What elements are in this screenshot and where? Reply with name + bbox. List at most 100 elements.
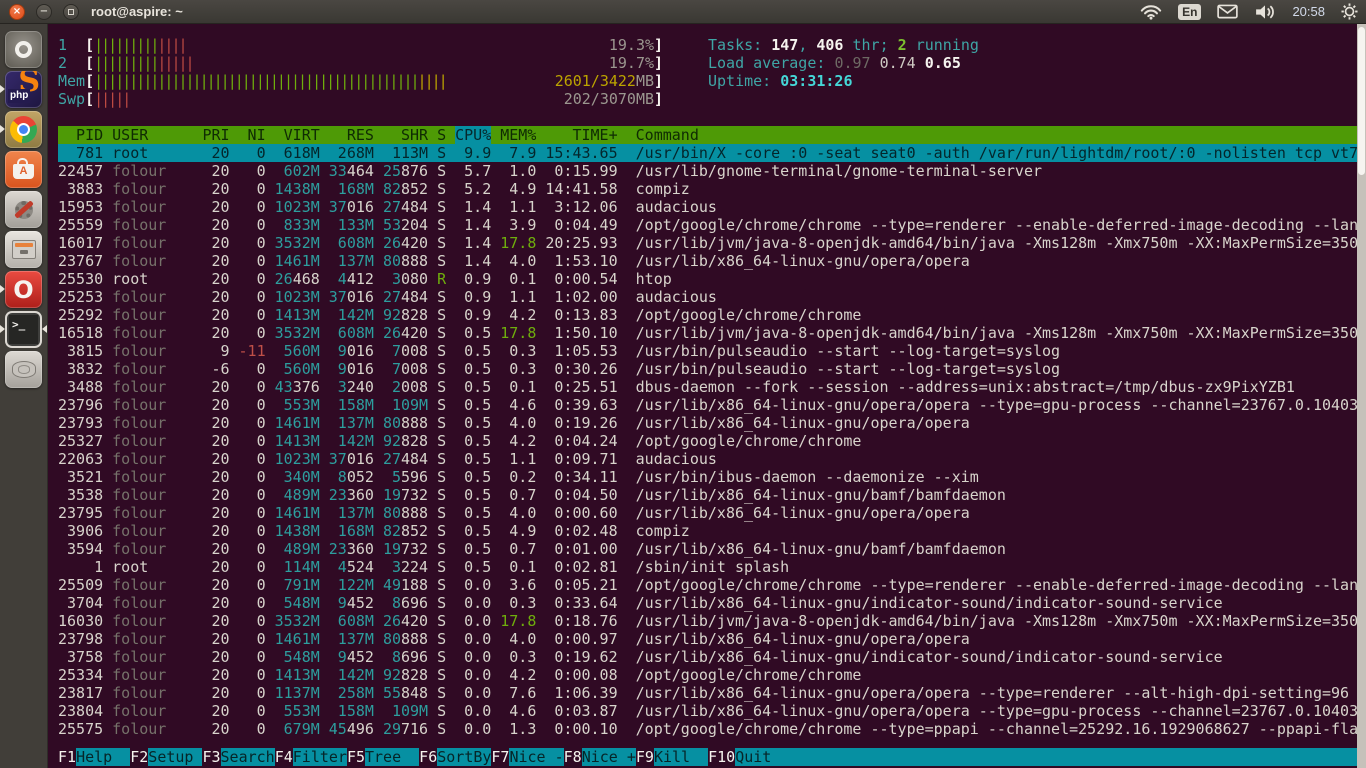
cell-cmd: /usr/lib/x86_64-linux-gnu/opera/opera --…: [636, 396, 1366, 414]
cell-pid: 3906: [58, 522, 103, 540]
process-row[interactable]: 23795folour2001461M137M80888S0.54.00:00.…: [58, 504, 1366, 522]
column-header-pri[interactable]: PRI: [202, 126, 229, 144]
column-header-shr[interactable]: SHR: [383, 126, 428, 144]
process-row[interactable]: 23796folour200553M158M109MS0.54.60:39.63…: [58, 396, 1366, 414]
cell-time: 3:12.06: [545, 198, 617, 216]
fkey-label-sortby[interactable]: SortBy: [437, 748, 491, 766]
process-row[interactable]: 23793folour2001461M137M80888S0.54.00:19.…: [58, 414, 1366, 432]
process-row[interactable]: 23798folour2001461M137M80888S0.04.00:00.…: [58, 630, 1366, 648]
fkey-label-nice--[interactable]: Nice -: [509, 748, 563, 766]
keyboard-layout-indicator[interactable]: En: [1178, 4, 1201, 20]
fkey-label-kill[interactable]: Kill: [654, 748, 708, 766]
mail-icon[interactable]: [1217, 4, 1238, 19]
cell-user: folour: [112, 216, 193, 234]
process-row[interactable]: 22457folour200602M3346425876S5.71.00:15.…: [58, 162, 1366, 180]
process-row[interactable]: 3832folour-60560M90167008S0.50.30:30.26/…: [58, 360, 1366, 378]
fkey-label-quit[interactable]: Quit: [735, 748, 1366, 766]
process-row[interactable]: 22063folour2001023M3701627484S0.51.10:09…: [58, 450, 1366, 468]
process-row[interactable]: 25530root2002646844123080R0.90.10:00.54h…: [58, 270, 1366, 288]
fkey-label-tree[interactable]: Tree: [365, 748, 419, 766]
maximize-button[interactable]: [63, 4, 79, 20]
fkey-f9[interactable]: F9: [636, 748, 654, 766]
column-header-mem[interactable]: MEM%: [500, 126, 536, 144]
wifi-icon[interactable]: [1140, 3, 1162, 20]
column-header-cmd[interactable]: Command: [636, 126, 1366, 144]
fkey-f3[interactable]: F3: [202, 748, 220, 766]
process-row[interactable]: 781root200618M268M113MS9.97.915:43.65/us…: [58, 144, 1366, 162]
process-row[interactable]: 25327folour2001413M142M92828S0.54.20:04.…: [58, 432, 1366, 450]
column-header-virt[interactable]: VIRT: [275, 126, 320, 144]
process-row[interactable]: 3488folour2004337632402008S0.50.10:25.51…: [58, 378, 1366, 396]
column-header-cpu[interactable]: CPU%: [455, 126, 491, 144]
launcher-item-software-center[interactable]: A: [5, 151, 42, 188]
launcher-item-terminal[interactable]: >_: [5, 311, 42, 348]
process-row[interactable]: 25292folour2001413M142M92828S0.94.20:13.…: [58, 306, 1366, 324]
fkey-label-help[interactable]: Help: [76, 748, 130, 766]
process-row[interactable]: 23817folour2001137M258M55848S0.07.61:06.…: [58, 684, 1366, 702]
process-row[interactable]: 15953folour2001023M3701627484S1.41.13:12…: [58, 198, 1366, 216]
fkey-f4[interactable]: F4: [275, 748, 293, 766]
volume-icon[interactable]: [1254, 4, 1276, 20]
fkey-f5[interactable]: F5: [347, 748, 365, 766]
scrollbar-thumb[interactable]: [1358, 27, 1365, 175]
process-row[interactable]: 16030folour2003532M608M26420S0.017.80:18…: [58, 612, 1366, 630]
fkey-f2[interactable]: F2: [130, 748, 148, 766]
minimize-button[interactable]: −: [36, 4, 52, 20]
fkey-f7[interactable]: F7: [491, 748, 509, 766]
process-row[interactable]: 3594folour200489M2336019732S0.50.70:01.0…: [58, 540, 1366, 558]
fkey-label-nice-+[interactable]: Nice +: [582, 748, 636, 766]
cell-res: 137M: [329, 630, 374, 648]
process-row[interactable]: 3538folour200489M2336019732S0.50.70:04.5…: [58, 486, 1366, 504]
cell-time: 1:06.39: [545, 684, 617, 702]
process-row[interactable]: 3758folour200548M94528696S0.00.30:19.62/…: [58, 648, 1366, 666]
column-header-time[interactable]: TIME+: [545, 126, 617, 144]
process-row[interactable]: 3521folour200340M80525596S0.50.20:34.11/…: [58, 468, 1366, 486]
close-button[interactable]: ×: [9, 4, 25, 20]
cell-ni: 0: [239, 180, 266, 198]
fkey-label-filter[interactable]: Filter: [293, 748, 347, 766]
cell-res: 608M: [329, 234, 374, 252]
fkey-label-search[interactable]: Search: [221, 748, 275, 766]
launcher-item-opera[interactable]: O: [5, 271, 42, 308]
column-header-pid[interactable]: PID: [58, 126, 103, 144]
process-row[interactable]: 23767folour2001461M137M80888S1.44.01:53.…: [58, 252, 1366, 270]
session-gear-icon[interactable]: [1341, 3, 1358, 20]
process-row[interactable]: 3883folour2001438M168M82852S5.24.914:41.…: [58, 180, 1366, 198]
scrollbar[interactable]: [1357, 24, 1366, 768]
launcher-item-disk-utility[interactable]: [5, 351, 42, 388]
process-row[interactable]: 25253folour2001023M3701627484S0.91.11:02…: [58, 288, 1366, 306]
cell-virt: 560M: [275, 360, 320, 378]
process-row[interactable]: 1root200114M45243224S0.50.10:02.81/sbin/…: [58, 558, 1366, 576]
launcher-item-dash[interactable]: [5, 31, 42, 68]
fkey-f10[interactable]: F10: [708, 748, 735, 766]
cell-user: folour: [112, 594, 193, 612]
fkey-f1[interactable]: F1: [58, 748, 76, 766]
process-table-header[interactable]: PID USER PRI NI VIRT RES SHR S CPU% MEM% TIME+ Comm…: [58, 126, 1366, 144]
launcher-item-chrome[interactable]: [5, 111, 42, 148]
launcher-item-file-archiver[interactable]: [5, 231, 42, 268]
fkey-label-setup[interactable]: Setup: [148, 748, 202, 766]
process-row[interactable]: 25575folour200679M4549629716S0.01.30:00.…: [58, 720, 1366, 738]
process-row[interactable]: 25559folour200833M133M53204S1.43.90:04.4…: [58, 216, 1366, 234]
process-row[interactable]: 3906folour2001438M168M82852S0.54.90:02.4…: [58, 522, 1366, 540]
column-header-ni[interactable]: NI: [239, 126, 266, 144]
launcher-item-phpstorm[interactable]: S php: [5, 71, 42, 108]
cell-res: 4412: [329, 270, 374, 288]
process-row[interactable]: 25334folour2001413M142M92828S0.04.20:00.…: [58, 666, 1366, 684]
process-row[interactable]: 3815folour9-11560M90167008S0.50.31:05.53…: [58, 342, 1366, 360]
cell-res: 142M: [329, 666, 374, 684]
process-row[interactable]: 3704folour200548M94528696S0.00.30:33.64/…: [58, 594, 1366, 612]
cell-pri: 20: [202, 306, 229, 324]
clock[interactable]: 20:58: [1292, 4, 1325, 19]
process-row[interactable]: 16017folour2003532M608M26420S1.417.820:2…: [58, 234, 1366, 252]
launcher-item-system-settings[interactable]: [5, 191, 42, 228]
cell-pid: 781: [58, 144, 103, 162]
fkey-f6[interactable]: F6: [419, 748, 437, 766]
column-header-res[interactable]: RES: [329, 126, 374, 144]
column-header-s[interactable]: S: [437, 126, 446, 144]
fkey-f8[interactable]: F8: [564, 748, 582, 766]
process-row[interactable]: 25509folour200791M122M49188S0.03.60:05.2…: [58, 576, 1366, 594]
process-row[interactable]: 23804folour200553M158M109MS0.04.60:03.87…: [58, 702, 1366, 720]
process-row[interactable]: 16518folour2003532M608M26420S0.517.81:50…: [58, 324, 1366, 342]
column-header-user[interactable]: USER: [112, 126, 193, 144]
